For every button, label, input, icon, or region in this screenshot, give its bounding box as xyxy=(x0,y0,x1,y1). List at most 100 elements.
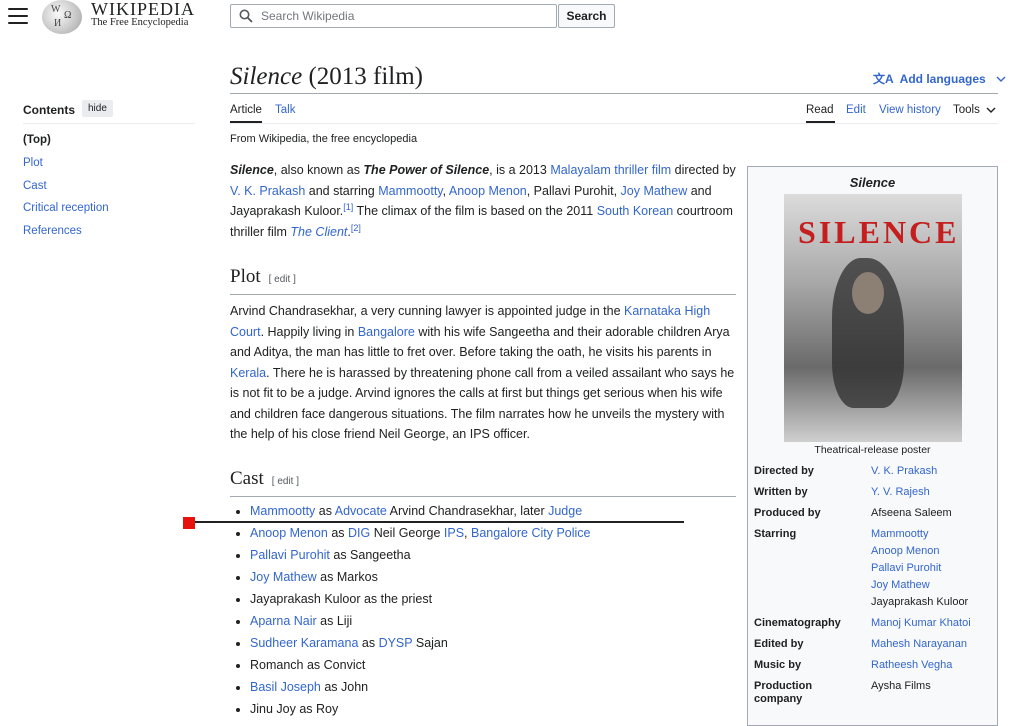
reference-2[interactable]: [2] xyxy=(351,222,361,232)
infobox-link[interactable]: Ratheesh Vegha xyxy=(871,659,952,671)
infobox-link[interactable]: Y. V. Rajesh xyxy=(871,486,930,498)
toc-item-plot[interactable]: Plot xyxy=(23,157,43,169)
infobox-link[interactable]: Joy Mathew xyxy=(871,577,968,594)
link-anoop-menon[interactable]: Anoop Menon xyxy=(449,184,527,198)
link-thriller-film[interactable]: thriller film xyxy=(614,163,671,177)
infobox-value: V. K. Prakash xyxy=(871,463,937,480)
poster-title-text: SILENCE xyxy=(798,214,960,250)
cast-link[interactable]: Sudheer Karamana xyxy=(250,636,358,650)
section-heading-cast: Cast[ edit ] xyxy=(230,468,300,489)
infobox-link[interactable]: Pallavi Purohit xyxy=(871,560,968,577)
tab-article[interactable]: Article xyxy=(230,104,262,116)
cast-link[interactable]: DYSP xyxy=(379,636,413,650)
edit-section-cast[interactable]: [ edit ] xyxy=(272,476,299,487)
tab-read-underline xyxy=(806,121,835,123)
tools-label: Tools xyxy=(953,104,980,116)
cast-link[interactable]: Aparna Nair xyxy=(250,614,317,628)
cast-item: Basil Joseph as John xyxy=(250,676,591,698)
infobox-value: Y. V. Rajesh xyxy=(871,484,930,501)
tab-read[interactable]: Read xyxy=(806,104,834,116)
add-languages-button[interactable]: 文A Add languages xyxy=(873,70,1006,87)
toc-item-cast[interactable]: Cast xyxy=(23,180,47,192)
toc-item-references[interactable]: References xyxy=(23,225,82,237)
tagline-from-wikipedia: From Wikipedia, the free encyclopedia xyxy=(230,133,418,145)
link-kerala[interactable]: Kerala xyxy=(230,366,266,380)
cast-link[interactable]: DIG xyxy=(348,526,370,540)
infobox-link[interactable]: Mahesh Narayanan xyxy=(871,638,967,650)
toc-item-top[interactable]: (Top) xyxy=(23,134,51,146)
poster-caption: Theatrical-release poster xyxy=(814,444,931,456)
toc-hide-button[interactable]: hide xyxy=(82,100,113,117)
tab-edit[interactable]: Edit xyxy=(846,104,866,116)
cast-link[interactable]: Joy Mathew xyxy=(250,570,317,584)
link-mammootty[interactable]: Mammootty xyxy=(378,184,442,198)
toc-item-critical-reception[interactable]: Critical reception xyxy=(23,202,109,214)
cast-item: Joy Mathew as Markos xyxy=(250,566,591,588)
cast-item: Romanch as Convict xyxy=(250,654,591,676)
infobox-label: Directed by xyxy=(754,465,814,477)
cast-heading-divider xyxy=(230,496,736,497)
search-button[interactable]: Search xyxy=(558,4,615,28)
infobox-link[interactable]: Manoj Kumar Khatoi xyxy=(871,617,971,629)
tab-article-underline xyxy=(230,121,262,123)
reference-1[interactable]: [1] xyxy=(343,202,353,212)
infobox-label: Produced by xyxy=(754,507,821,519)
link-bangalore[interactable]: Bangalore xyxy=(358,325,415,339)
search-box[interactable] xyxy=(230,4,557,28)
link-the-client[interactable]: The Client xyxy=(290,225,347,239)
infobox-label: Starring xyxy=(754,528,797,540)
section-heading-plot: Plot[ edit ] xyxy=(230,266,296,287)
main-menu-icon[interactable] xyxy=(8,8,28,24)
search-input[interactable] xyxy=(259,8,543,24)
infobox-title: Silence xyxy=(849,175,896,190)
cast-item: Pallavi Purohit as Sangeetha xyxy=(250,544,591,566)
wikipedia-wordmark[interactable]: WIKIPEDIA xyxy=(91,0,195,18)
infobox-label: Cinematography xyxy=(754,617,841,629)
cast-link[interactable]: Advocate xyxy=(335,504,387,518)
cast-link[interactable]: IPS xyxy=(444,526,464,540)
cursor-marker xyxy=(183,517,195,529)
infobox: Silence SILENCE Theatrical-release poste… xyxy=(747,166,998,726)
toc-title: Contents xyxy=(23,103,75,117)
cast-link[interactable]: Bangalore City Police xyxy=(471,526,591,540)
tab-view-history[interactable]: View history xyxy=(879,104,941,116)
cast-item: Jinu Joy as Roy xyxy=(250,698,591,720)
edit-section-plot[interactable]: [ edit ] xyxy=(269,274,296,285)
link-joy-mathew[interactable]: Joy Mathew xyxy=(621,184,688,198)
movie-poster-image[interactable]: SILENCE xyxy=(784,194,962,442)
cast-link[interactable]: Basil Joseph xyxy=(250,680,321,694)
link-south-korean[interactable]: South Korean xyxy=(597,204,673,218)
search-icon xyxy=(239,9,253,23)
cast-item: Sudheer Karamana as DYSP Sajan xyxy=(250,632,591,654)
chevron-down-icon xyxy=(986,107,996,113)
add-languages-label: Add languages xyxy=(899,71,986,86)
infobox-label: Music by xyxy=(754,659,802,671)
poster-face xyxy=(852,272,884,314)
cast-link[interactable]: Pallavi Purohit xyxy=(250,548,330,562)
tab-talk[interactable]: Talk xyxy=(275,104,295,116)
infobox-label: Production company xyxy=(754,680,813,705)
infobox-value: Afseena Saleem xyxy=(871,507,952,519)
plot-paragraph: Arvind Chandrasekhar, a very cunning law… xyxy=(230,304,735,441)
infobox-value: Ratheesh Vegha xyxy=(871,657,952,674)
wikipedia-globe-logo[interactable]: WΩИ xyxy=(42,0,82,34)
drag-line xyxy=(195,521,684,523)
chevron-down-icon xyxy=(996,76,1006,82)
tabs-divider xyxy=(230,123,998,124)
cast-item: Anoop Menon as DIG Neil George IPS, Bang… xyxy=(250,522,591,544)
cast-link[interactable]: Judge xyxy=(548,504,582,518)
cast-link[interactable]: Mammootty xyxy=(250,504,315,518)
link-malayalam[interactable]: Malayalam xyxy=(550,163,610,177)
tools-dropdown[interactable]: Tools xyxy=(953,104,996,116)
infobox-link[interactable]: Anoop Menon xyxy=(871,543,968,560)
cast-link[interactable]: Anoop Menon xyxy=(250,526,328,540)
infobox-value: Mammootty Anoop Menon Pallavi Purohit Jo… xyxy=(871,526,969,608)
title-divider xyxy=(230,93,998,94)
infobox-link[interactable]: V. K. Prakash xyxy=(871,465,937,477)
infobox-link[interactable]: Mammootty xyxy=(871,526,968,543)
intro-paragraph: Silence, also known as The Power of Sile… xyxy=(230,163,736,239)
link-vk-prakash[interactable]: V. K. Prakash xyxy=(230,184,305,198)
wikipedia-tagline: The Free Encyclopedia xyxy=(91,17,189,28)
infobox-value: Aysha Films xyxy=(871,680,931,692)
cast-item: Mammootty as Advocate Arvind Chandrasekh… xyxy=(250,500,591,522)
